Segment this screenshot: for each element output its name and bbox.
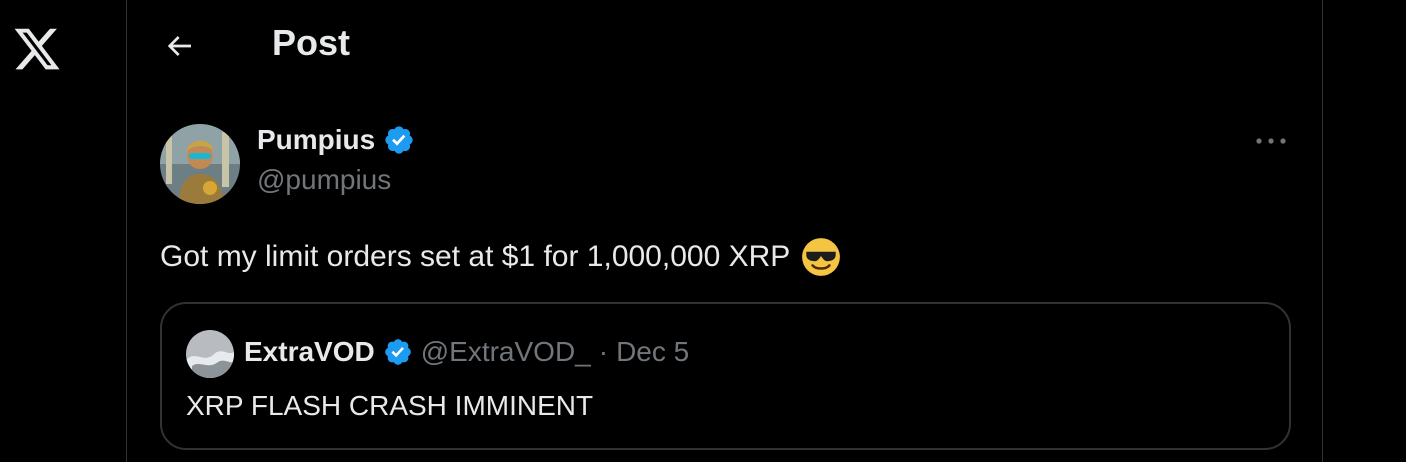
post-body: Got my limit orders set at $1 for 1,000,… (160, 236, 842, 278)
author-name-text: Pumpius (257, 124, 376, 155)
post-text: Got my limit orders set at $1 for 1,000,… (160, 240, 791, 273)
page-title: Post (272, 22, 351, 63)
primary-column: Post Pumpius @pumpius Got my limit order… (126, 0, 1323, 462)
back-button[interactable] (159, 26, 199, 66)
more-options-button[interactable] (1251, 126, 1291, 156)
back-arrow-icon (167, 36, 191, 56)
quoted-post-header: ExtraVOD @ExtraVOD_ · Dec 5 (244, 336, 689, 368)
x-post-page: Post Pumpius @pumpius Got my limit order… (0, 0, 1406, 462)
separator-dot: · (598, 336, 609, 367)
verified-badge-icon (384, 339, 411, 365)
x-logo-icon[interactable] (12, 24, 62, 74)
author-avatar[interactable] (160, 124, 240, 204)
author-display-name[interactable]: Pumpius (257, 124, 415, 156)
quoted-post-text: XRP FLASH CRASH IMMINENT (186, 390, 594, 421)
left-navigation-rail (0, 0, 126, 462)
verified-badge-icon (385, 126, 413, 154)
quoted-author-avatar[interactable] (186, 330, 234, 378)
quoted-author-handle[interactable]: @ExtraVOD_ (421, 336, 591, 368)
quoted-post-card[interactable]: ExtraVOD @ExtraVOD_ · Dec 5 XRP FLASH CR… (160, 302, 1291, 450)
smiling-face-with-sunglasses-icon (802, 238, 841, 276)
post-header: Post (127, 0, 1322, 92)
quoted-author-name[interactable]: ExtraVOD (244, 336, 375, 368)
more-options-icon (1256, 138, 1286, 144)
author-handle[interactable]: @pumpius (257, 164, 391, 196)
quoted-post-date[interactable]: Dec 5 (616, 336, 689, 368)
